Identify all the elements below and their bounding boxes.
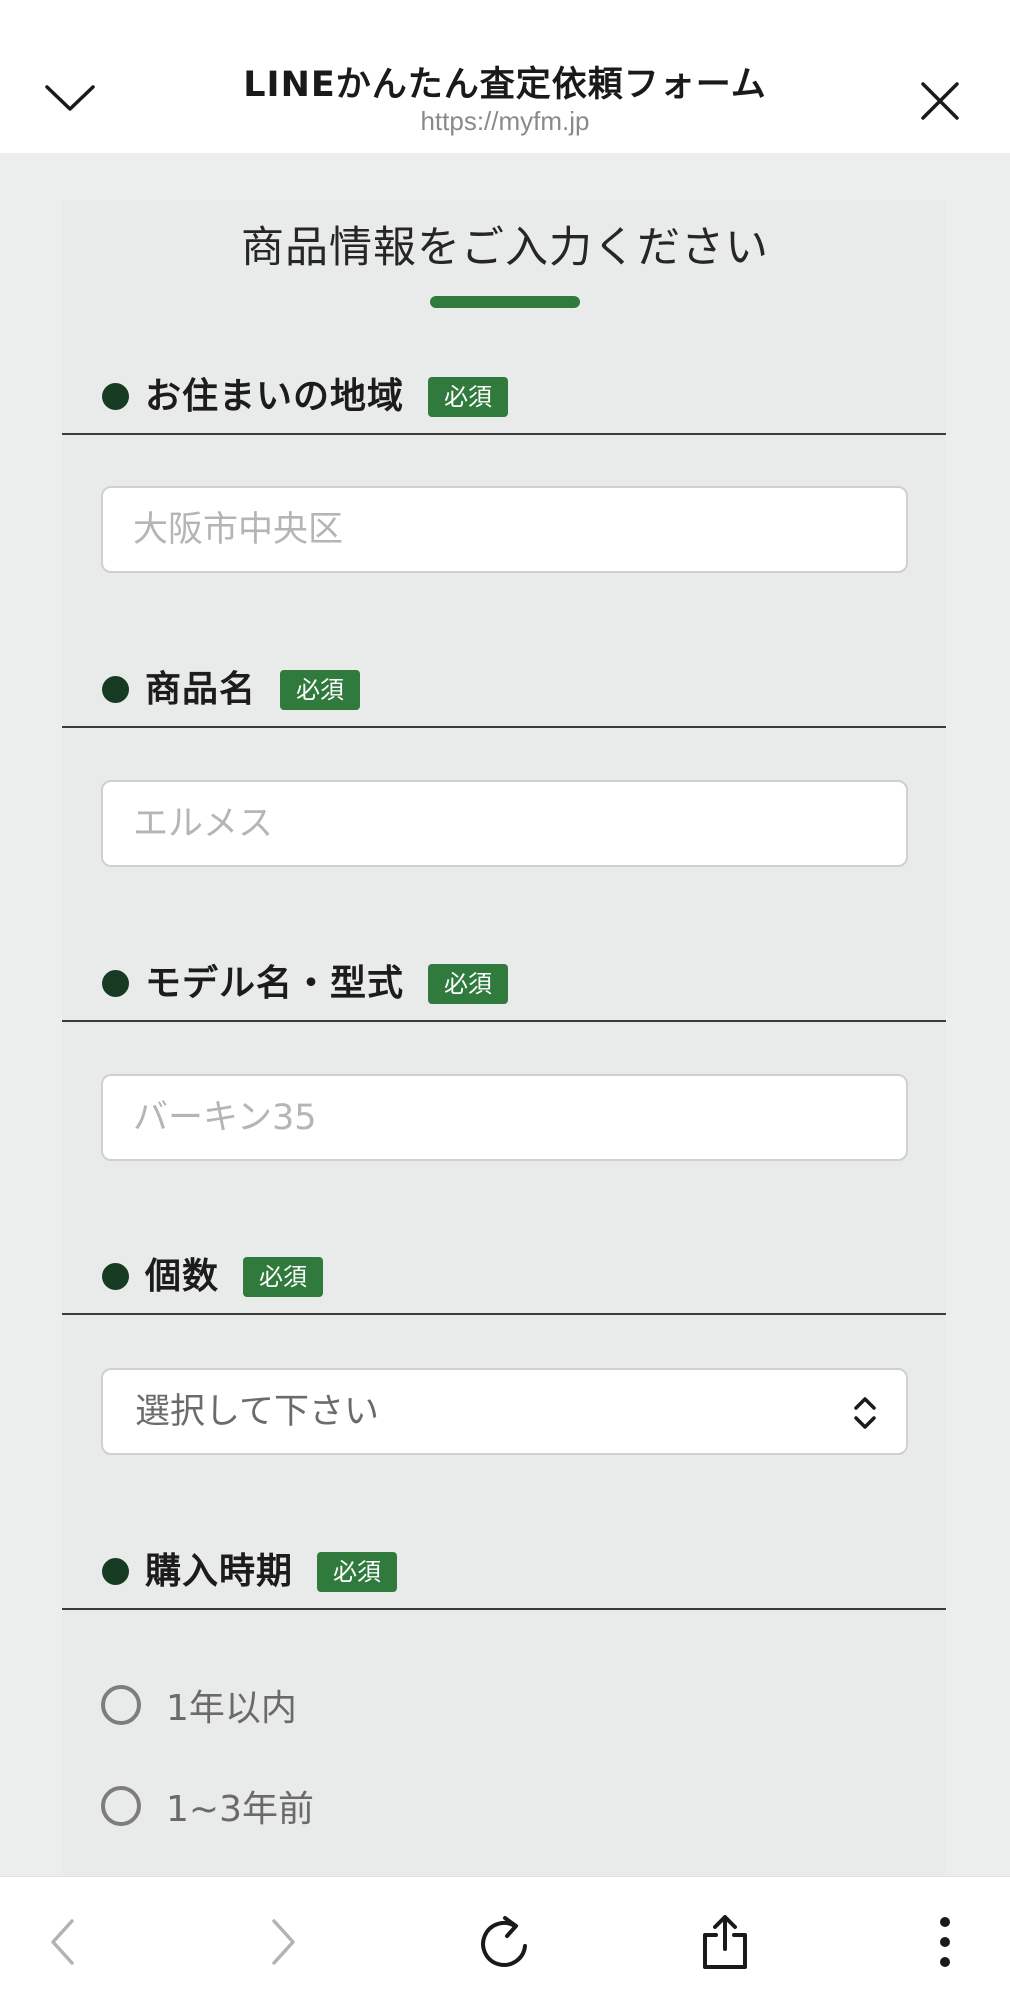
section-label-model: モデル名・型式 必須 <box>62 960 946 1022</box>
region-input[interactable] <box>101 486 908 573</box>
page-url: https://myfm.jp <box>420 106 590 136</box>
close-icon <box>921 82 959 120</box>
required-badge: 必須 <box>317 1552 398 1592</box>
more-icon <box>940 1917 950 1967</box>
radio-button[interactable] <box>101 1685 141 1725</box>
radio-option-1-3-years[interactable]: 1~3年前 <box>101 1776 314 1836</box>
bullet-dot <box>102 1558 129 1585</box>
form-page: 商品情報をご入力ください お住まいの地域 必須 商品名 必須 モデル名・型式 必… <box>0 153 1010 1876</box>
radio-option-within-1-year[interactable]: 1年以内 <box>101 1675 297 1735</box>
required-badge: 必須 <box>280 670 361 710</box>
back-icon <box>51 1919 74 1965</box>
chevron-updown-icon <box>854 1397 876 1429</box>
bullet-dot <box>102 1263 129 1290</box>
quantity-select[interactable]: 選択して下さい <box>101 1368 908 1455</box>
more-button[interactable] <box>910 1907 980 1977</box>
quantity-label: 個数 <box>145 1256 220 1297</box>
quantity-select-value: 選択して下さい <box>135 1392 379 1432</box>
model-label: モデル名・型式 <box>145 963 405 1004</box>
purchase-period-label: 購入時期 <box>145 1551 294 1592</box>
product-name-input[interactable] <box>101 780 908 867</box>
radio-button[interactable] <box>101 1786 141 1826</box>
reload-icon <box>481 1916 527 1967</box>
form-card <box>62 201 946 1876</box>
forward-icon <box>272 1919 295 1965</box>
close-button[interactable] <box>910 76 970 126</box>
share-button[interactable] <box>690 1907 760 1977</box>
model-input[interactable] <box>101 1074 908 1161</box>
bullet-dot <box>102 383 129 410</box>
forward-button[interactable] <box>248 1907 318 1977</box>
bullet-dot <box>102 676 129 703</box>
bullet-dot <box>102 970 129 997</box>
required-badge: 必須 <box>428 964 509 1004</box>
reload-button[interactable] <box>470 1907 540 1977</box>
heading-underline <box>430 296 580 308</box>
radio-label: 1~3年前 <box>166 1789 314 1830</box>
radio-label: 1年以内 <box>166 1688 297 1729</box>
section-label-product: 商品名 必須 <box>62 666 946 728</box>
section-label-purchase-period: 購入時期 必須 <box>62 1548 946 1610</box>
section-label-quantity: 個数 必須 <box>62 1253 946 1315</box>
section-label-region: お住まいの地域 必須 <box>62 373 946 435</box>
required-badge: 必須 <box>243 1257 324 1297</box>
top-bar: LINEかんたん査定依頼フォーム https://myfm.jp <box>0 0 1010 153</box>
required-badge: 必須 <box>428 377 509 417</box>
product-label: 商品名 <box>145 669 257 710</box>
share-icon <box>703 1915 747 1969</box>
page-title: LINEかんたん査定依頼フォーム <box>243 65 767 105</box>
region-label: お住まいの地域 <box>145 376 405 417</box>
browser-toolbar <box>0 1876 1010 2000</box>
form-heading: 商品情報をご入力ください <box>241 223 769 273</box>
back-button[interactable] <box>28 1907 98 1977</box>
